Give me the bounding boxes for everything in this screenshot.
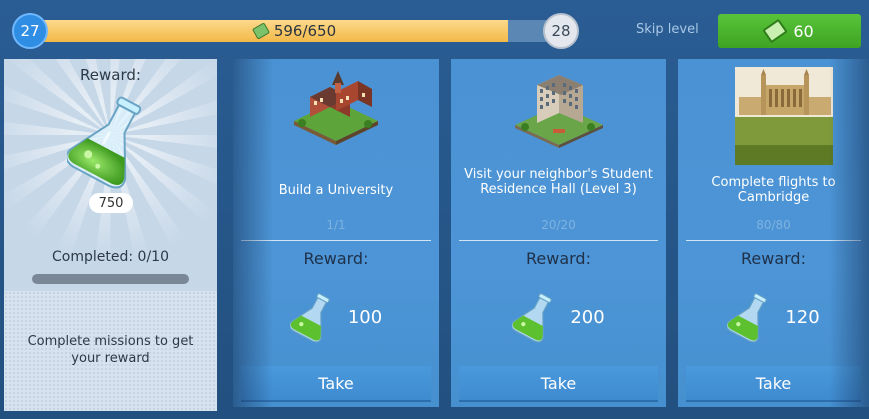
mission-title: Complete flights to Cambridge (711, 175, 836, 205)
flask-icon (289, 293, 330, 343)
cash-icon (251, 22, 270, 40)
university-building-icon (294, 71, 378, 145)
mission-reward: 100 (233, 287, 439, 347)
mission-reward: 120 (678, 287, 869, 347)
reward-panel-title: Reward: (80, 66, 141, 84)
mission-progress: 20/20 (541, 218, 576, 232)
mission-title: Visit your neighbor's Student Residence … (464, 167, 653, 197)
mission-reward-value: 100 (347, 306, 383, 328)
mission-card-cambridge: Complete flights to Cambridge 80/80 Rewa… (678, 59, 869, 407)
divider (241, 240, 431, 241)
mission-reward-label: Reward: (303, 249, 369, 268)
take-button[interactable]: Take (459, 366, 658, 402)
take-button[interactable]: Take (686, 366, 861, 402)
flask-icon (727, 293, 767, 343)
current-level-badge: 27 (12, 13, 48, 49)
final-reward-amount: 750 (89, 193, 133, 213)
final-reward-panel: Reward: 750 Completed: 0/10 Complete mis… (4, 59, 217, 411)
flask-icon (67, 96, 142, 189)
residence-hall-building-icon (514, 75, 603, 148)
divider (459, 240, 658, 241)
completion-progress-bar (32, 274, 189, 284)
next-level-badge: 28 (543, 13, 579, 49)
mission-card-residence-hall: Visit your neighbor's Student Residence … (451, 59, 666, 407)
mission-progress: 1/1 (326, 218, 346, 232)
skip-level-button[interactable]: 60 (718, 14, 861, 48)
xp-progress-label: 596/650 (40, 20, 550, 42)
xp-progress-text: 596/650 (273, 22, 337, 40)
mission-reward: 200 (451, 287, 666, 347)
cash-icon (762, 18, 789, 44)
mission-reward-value: 200 (570, 306, 605, 328)
mission-title: Build a University (278, 183, 394, 198)
mission-card-university: Build a University 1/1 Reward: 100 Take (233, 59, 439, 407)
cambridge-photo (735, 67, 833, 165)
take-button[interactable]: Take (241, 366, 431, 402)
xp-progress-track: 596/650 (40, 20, 550, 42)
divider (686, 240, 861, 241)
hint-box: Complete missions to get your reward (4, 291, 217, 411)
mission-reward-label: Reward: (741, 249, 806, 268)
skip-level-label: Skip level (636, 22, 699, 37)
mission-reward-label: Reward: (526, 249, 591, 268)
skip-level-cost: 60 (793, 21, 814, 41)
mission-progress: 80/80 (756, 218, 791, 232)
flask-icon (512, 293, 552, 343)
completed-counter: Completed: 0/10 (52, 249, 169, 265)
level-progress-bar-area: 596/650 27 28 Skip level 60 (0, 0, 869, 58)
mission-reward-value: 120 (785, 306, 820, 328)
hint-text: Complete missions to get your reward (27, 334, 194, 366)
